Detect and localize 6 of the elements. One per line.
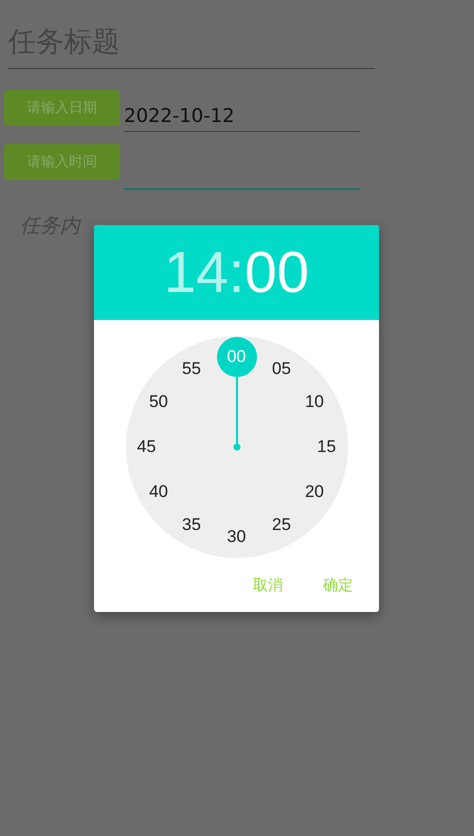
clock-dial[interactable]: 00 05 10 15 20 25 30 35 40 45 50 55 xyxy=(126,336,348,558)
time-display: : xyxy=(228,239,245,306)
minute-label[interactable]: 45 xyxy=(126,427,166,467)
minute-label[interactable]: 15 xyxy=(306,427,346,467)
minute-label[interactable]: 30 xyxy=(216,517,256,557)
date-field[interactable]: 2022-10-12 xyxy=(124,92,360,132)
